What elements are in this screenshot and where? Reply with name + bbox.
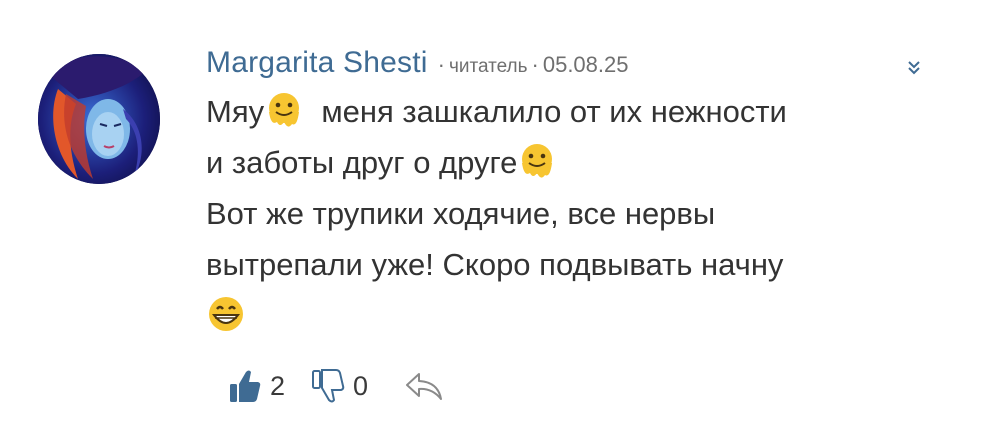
comment-line: Вот же трупики ходячие, все нервы (206, 196, 716, 231)
reply-icon (406, 373, 443, 400)
dislike-button[interactable]: 0 (311, 368, 368, 404)
separator: · (437, 52, 445, 77)
like-button[interactable]: 2 (228, 368, 285, 404)
grinning-face-emoji-icon (206, 294, 246, 334)
comment-line: вытрепали уже! Скоро подвывать начну (206, 247, 784, 282)
separator: · (531, 52, 539, 77)
comment-header: Margarita Shesti · читатель · 05.08.25 (206, 46, 628, 88)
author-name[interactable]: Margarita Shesti (206, 46, 428, 80)
reply-button[interactable] (404, 370, 444, 402)
melting-face-emoji-icon (517, 141, 557, 181)
comment-actions: 2 0 (228, 368, 444, 404)
comment-line: Мяу меня зашкалило от их нежности (206, 86, 966, 137)
comment-date: 05.08.25 (542, 52, 629, 77)
like-count: 2 (270, 370, 286, 401)
comment-meta: · читатель · 05.08.25 (434, 52, 629, 78)
dislike-count: 0 (353, 370, 369, 401)
comment-text: и заботы друг о друге (206, 145, 518, 180)
melting-face-emoji-icon (264, 90, 304, 130)
thumb-up-icon (230, 370, 261, 402)
comment-line: и заботы друг о друге (206, 137, 966, 188)
comment-line (206, 290, 966, 341)
comment-body: Мяу меня зашкалило от их нежности и забо… (206, 86, 966, 341)
avatar-image (38, 54, 160, 184)
comment-text: меня зашкалило от их нежности (321, 94, 787, 129)
thumb-down-icon (312, 369, 345, 403)
comment-text: Мяу (206, 94, 265, 129)
author-role: читатель (448, 56, 528, 77)
avatar[interactable] (38, 54, 160, 184)
chevron-double-down-icon[interactable] (904, 58, 924, 78)
